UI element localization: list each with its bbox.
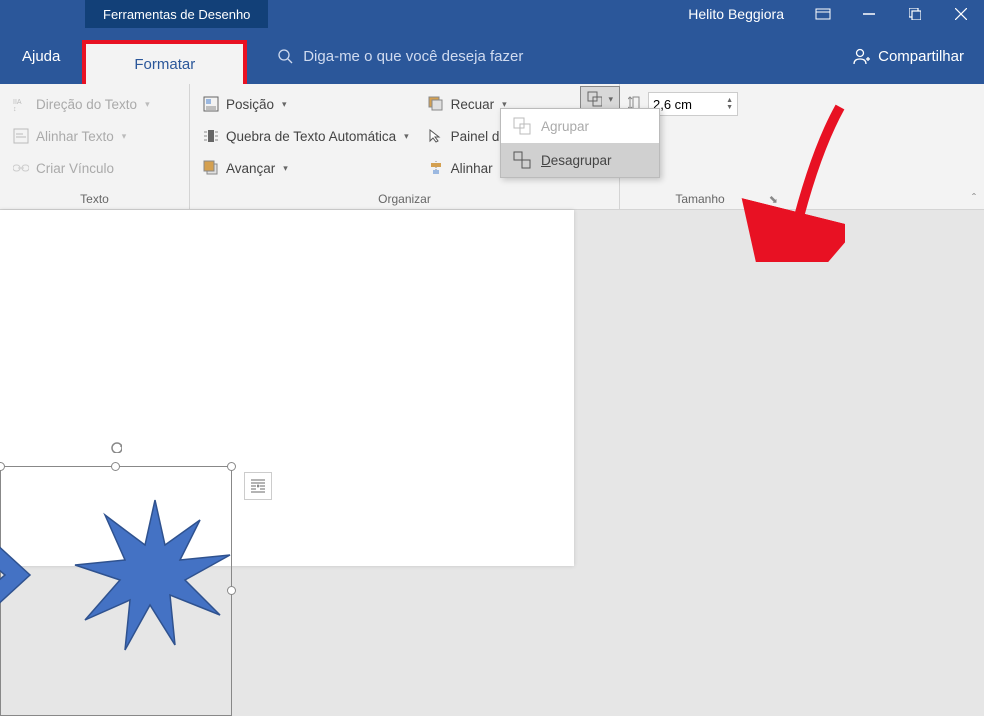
bring-forward-icon xyxy=(202,159,220,177)
posicao-button[interactable]: Posição ▾ xyxy=(198,88,413,120)
chevron-down-icon: ▾ xyxy=(283,163,288,174)
share-label: Compartilhar xyxy=(878,48,964,65)
group-icon xyxy=(513,117,531,135)
agrupar-dropdown-menu: AAgrupargrupar Desagrupar xyxy=(500,108,660,178)
shape-star-explosion[interactable] xyxy=(70,490,240,660)
chevron-down-icon: ▾ xyxy=(404,131,409,142)
tab-ajuda[interactable]: Ajuda xyxy=(0,28,82,84)
height-input[interactable]: 2,6 cm ▲▼ xyxy=(648,92,738,116)
group-label-organizar: Organizar xyxy=(198,192,611,209)
svg-text:↕: ↕ xyxy=(13,106,17,112)
selection-pane-icon xyxy=(427,127,445,145)
close-button[interactable] xyxy=(938,0,984,28)
send-backward-icon xyxy=(427,95,445,113)
svg-text:IIA: IIA xyxy=(13,99,22,106)
link-icon xyxy=(12,159,30,177)
maximize-button[interactable] xyxy=(892,0,938,28)
tab-formatar[interactable]: Formatar xyxy=(82,40,247,84)
text-direction-icon: IIA↕ xyxy=(12,95,30,113)
quebra-texto-button[interactable]: Quebra de Texto Automática ▾ xyxy=(198,120,413,152)
chevron-down-icon: ▾ xyxy=(145,99,150,110)
avancar-button[interactable]: Avançar ▾ xyxy=(198,152,413,184)
resize-handle[interactable] xyxy=(227,462,236,471)
chevron-down-icon: ▾ xyxy=(282,99,287,110)
spinner-icon[interactable]: ▲▼ xyxy=(726,97,733,111)
wrap-text-icon xyxy=(202,127,220,145)
title-bar: Ferramentas de Desenho Helito Beggiora xyxy=(0,0,984,28)
minimize-button[interactable] xyxy=(846,0,892,28)
group-label-texto: Texto xyxy=(8,192,181,209)
layout-options-button[interactable] xyxy=(244,472,272,500)
chevron-down-icon: ▾ xyxy=(122,131,127,142)
tell-me-search[interactable]: Diga-me o que você deseja fazer xyxy=(277,48,523,65)
share-button[interactable]: Compartilhar xyxy=(852,47,964,65)
layout-options-icon xyxy=(249,477,267,495)
collapse-ribbon-button[interactable]: ˆ xyxy=(972,191,976,205)
dialog-launcher-icon[interactable]: ⬊ xyxy=(769,193,778,206)
chevron-down-icon: ▾ xyxy=(608,94,613,105)
drawing-tools-tab: Ferramentas de Desenho xyxy=(85,0,268,28)
ribbon: IIA↕ Direção do Texto ▾ Alinhar Texto ▾ … xyxy=(0,84,984,210)
ungroup-icon xyxy=(513,151,531,169)
criar-vinculo-button: Criar Vínculo xyxy=(8,152,181,184)
align-text-icon xyxy=(12,127,30,145)
ribbon-display-button[interactable] xyxy=(800,0,846,28)
shape-arrow[interactable] xyxy=(0,520,70,630)
align-icon xyxy=(427,159,445,177)
search-icon xyxy=(277,48,293,64)
tell-me-placeholder: Diga-me o que você deseja fazer xyxy=(303,48,523,65)
rotate-handle[interactable] xyxy=(110,441,122,453)
direcao-texto-button: IIA↕ Direção do Texto ▾ xyxy=(8,88,181,120)
resize-handle[interactable] xyxy=(111,462,120,471)
group-icon xyxy=(587,91,602,107)
position-icon xyxy=(202,95,220,113)
menu-item-agrupar: AAgrupargrupar xyxy=(501,109,659,143)
window-controls xyxy=(800,0,984,28)
group-texto: IIA↕ Direção do Texto ▾ Alinhar Texto ▾ … xyxy=(0,84,190,209)
document-area xyxy=(0,210,984,566)
tab-bar: Ajuda Formatar Diga-me o que você deseja… xyxy=(0,28,984,84)
group-label-tamanho: Tamanho xyxy=(628,192,772,209)
user-name[interactable]: Helito Beggiora xyxy=(688,6,784,22)
resize-handle[interactable] xyxy=(0,462,5,471)
menu-item-desagrupar[interactable]: Desagrupar xyxy=(501,143,659,177)
share-user-icon xyxy=(852,47,870,65)
alinhar-texto-button: Alinhar Texto ▾ xyxy=(8,120,181,152)
page[interactable] xyxy=(0,210,574,566)
